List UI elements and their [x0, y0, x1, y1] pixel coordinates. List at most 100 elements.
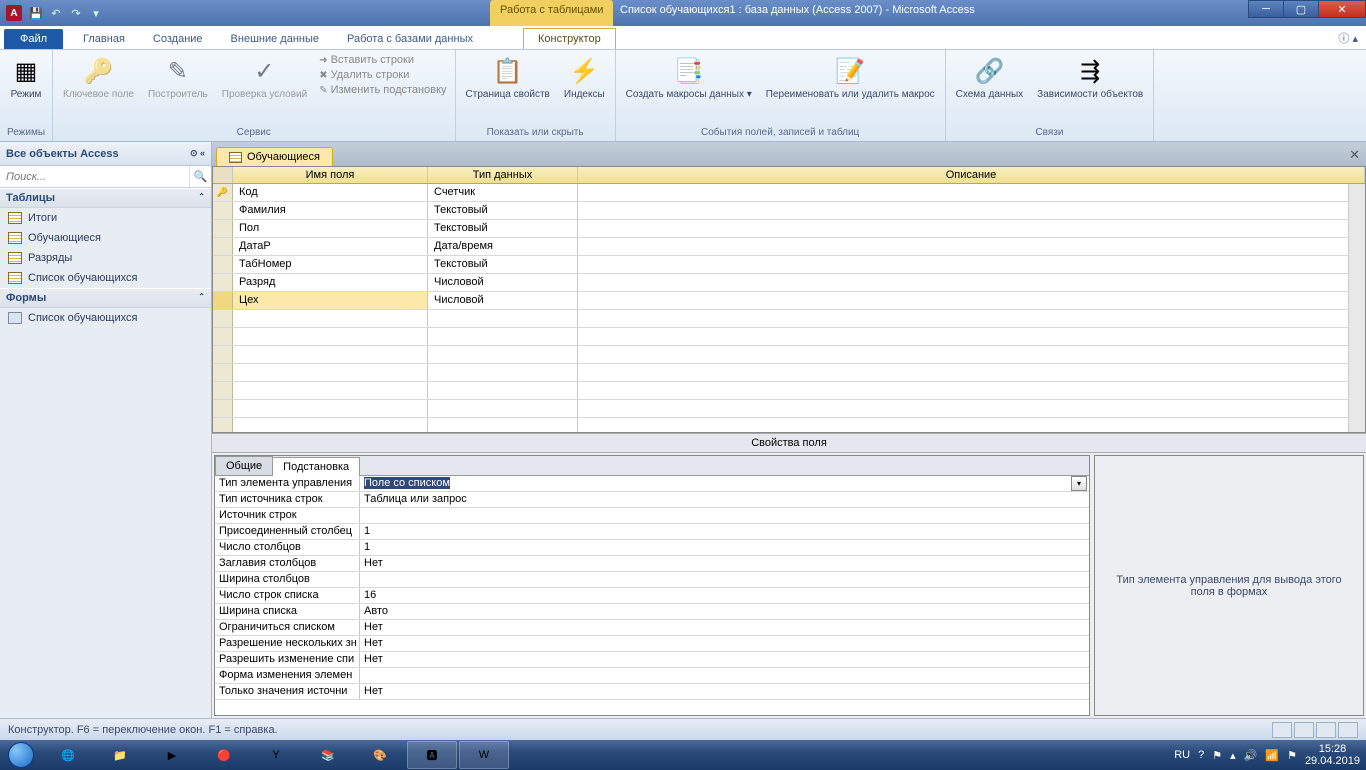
property-row[interactable]: Ограничиться спискомНет — [215, 620, 1089, 636]
taskbar-paint[interactable]: 🎨 — [355, 741, 405, 769]
taskbar-yandex[interactable]: Y — [251, 741, 301, 769]
property-row[interactable]: Тип источника строкТаблица или запрос — [215, 492, 1089, 508]
field-row[interactable]: ДатаРДата/время — [213, 238, 1365, 256]
scrollbar-vertical[interactable] — [1348, 184, 1365, 432]
tray-action-icon[interactable]: ⚑ — [1287, 749, 1297, 762]
property-row[interactable]: Разрешить изменение спиНет — [215, 652, 1089, 668]
view-design[interactable] — [1294, 722, 1314, 738]
field-row[interactable] — [213, 328, 1365, 346]
nav-section-tables[interactable]: Таблицы⌃ — [0, 188, 211, 208]
tray-help-icon[interactable]: ? — [1198, 749, 1204, 761]
dropdown-icon[interactable]: ▾ — [1071, 476, 1087, 491]
validate-button[interactable]: ✓Проверка условий — [218, 53, 311, 102]
modify-lookup-button[interactable]: ✎ Изменить подстановку — [317, 83, 448, 97]
property-row[interactable]: Источник строк — [215, 508, 1089, 524]
nav-section-forms[interactable]: Формы⌃ — [0, 288, 211, 308]
insert-rows-button[interactable]: ➜ Вставить строки — [317, 53, 448, 67]
relationships-button[interactable]: 🔗Схема данных — [952, 53, 1028, 102]
property-row[interactable]: Форма изменения элемен — [215, 668, 1089, 684]
clock[interactable]: 15:2829.04.2019 — [1305, 743, 1360, 767]
minimize-button[interactable]: ─ — [1248, 0, 1284, 18]
delete-rows-button[interactable]: ✖ Удалить строки — [317, 68, 448, 82]
property-row[interactable]: Число строк списка16 — [215, 588, 1089, 604]
tray-flag-icon[interactable]: ⚑ — [1212, 749, 1222, 762]
taskbar-access[interactable]: 🅰 — [407, 741, 457, 769]
close-button[interactable]: ✕ — [1318, 0, 1366, 18]
dependencies-button[interactable]: ⇶Зависимости объектов — [1033, 53, 1147, 102]
taskbar-ie[interactable]: 🌐 — [43, 741, 93, 769]
search-input[interactable] — [0, 166, 189, 187]
builder-button[interactable]: ✎Построитель — [144, 53, 212, 102]
property-row[interactable]: Число столбцов1 — [215, 540, 1089, 556]
field-row[interactable]: РазрядЧисловой — [213, 274, 1365, 292]
nav-form-item[interactable]: Список обучающихся — [0, 308, 211, 328]
selector-header[interactable] — [213, 167, 233, 183]
field-row[interactable] — [213, 364, 1365, 382]
field-row[interactable]: 🔑КодСчетчик — [213, 184, 1365, 202]
field-row[interactable] — [213, 418, 1365, 432]
help-icon[interactable]: ⓘ ▴ — [1338, 30, 1358, 46]
field-row[interactable] — [213, 310, 1365, 328]
create-macros-button[interactable]: 📑Создать макросы данных ▾ — [622, 53, 756, 102]
collapse-icon[interactable]: ⊙ « — [190, 148, 205, 159]
maximize-button[interactable]: ▢ — [1283, 0, 1319, 18]
property-row[interactable]: Только значения источниНет — [215, 684, 1089, 700]
property-row[interactable]: Тип элемента управленияПоле со списком▾ — [215, 476, 1089, 492]
design-area: Обучающиеся ✕ Имя поля Тип данных Описан… — [212, 142, 1366, 718]
property-row[interactable]: Разрешение нескольких знНет — [215, 636, 1089, 652]
view-pivot[interactable] — [1338, 722, 1358, 738]
tray-network-icon[interactable]: 📶 — [1265, 749, 1279, 762]
tray-volume-icon[interactable]: 🔊 — [1244, 749, 1258, 762]
field-row[interactable]: ЦехЧисловой — [213, 292, 1365, 310]
taskbar-media[interactable]: ▶ — [147, 741, 197, 769]
tab-dbtools[interactable]: Работа с базами данных — [333, 29, 487, 49]
taskbar-word[interactable]: W — [459, 741, 509, 769]
field-row[interactable]: ФамилияТекстовый — [213, 202, 1365, 220]
field-row[interactable] — [213, 400, 1365, 418]
redo-icon[interactable]: ↷ — [68, 5, 84, 21]
undo-icon[interactable]: ↶ — [48, 5, 64, 21]
col-desc-header[interactable]: Описание — [578, 167, 1365, 183]
nav-header[interactable]: Все объекты Access⊙ « — [0, 142, 211, 166]
property-row[interactable]: Ширина спискаАвто — [215, 604, 1089, 620]
lang-indicator[interactable]: RU — [1174, 749, 1190, 761]
view-button[interactable]: ▦Режим — [6, 53, 46, 102]
taskbar-opera[interactable]: 🔴 — [199, 741, 249, 769]
property-row[interactable]: Ширина столбцов — [215, 572, 1089, 588]
close-tab-button[interactable]: ✕ — [1349, 147, 1360, 163]
col-type-header[interactable]: Тип данных — [428, 167, 578, 183]
tab-create[interactable]: Создание — [139, 29, 217, 49]
tab-lookup[interactable]: Подстановка — [272, 457, 360, 476]
tab-home[interactable]: Главная — [69, 29, 139, 49]
tab-design[interactable]: Конструктор — [523, 28, 616, 49]
col-name-header[interactable]: Имя поля — [233, 167, 428, 183]
nav-table-item[interactable]: Итоги — [0, 208, 211, 228]
view-datasheet[interactable] — [1272, 722, 1292, 738]
qat-dropdown-icon[interactable]: ▾ — [88, 5, 104, 21]
document-tab[interactable]: Обучающиеся — [216, 147, 333, 166]
tray-up-icon[interactable]: ▴ — [1230, 749, 1236, 762]
rename-macro-button[interactable]: 📝Переименовать или удалить макрос — [762, 53, 939, 102]
property-row[interactable]: Заглавия столбцовНет — [215, 556, 1089, 572]
property-sheet-button[interactable]: 📋Страница свойств — [462, 53, 554, 102]
tab-external[interactable]: Внешние данные — [217, 29, 333, 49]
view-sql[interactable] — [1316, 722, 1336, 738]
field-row[interactable]: ТабНомерТекстовый — [213, 256, 1365, 274]
nav-table-item[interactable]: Список обучающихся — [0, 268, 211, 288]
nav-table-item[interactable]: Обучающиеся — [0, 228, 211, 248]
taskbar-explorer[interactable]: 📁 — [95, 741, 145, 769]
field-row[interactable] — [213, 346, 1365, 364]
save-icon[interactable]: 💾 — [28, 5, 44, 21]
indexes-button[interactable]: ⚡Индексы — [560, 53, 609, 102]
file-tab[interactable]: Файл — [4, 29, 63, 49]
search-icon[interactable]: 🔍 — [189, 166, 211, 187]
primary-key-button[interactable]: 🔑Ключевое поле — [59, 53, 138, 102]
start-button[interactable] — [0, 740, 42, 770]
window-title: Список обучающихся1 : база данных (Acces… — [620, 4, 975, 16]
field-row[interactable]: ПолТекстовый — [213, 220, 1365, 238]
tab-general[interactable]: Общие — [215, 456, 273, 475]
field-row[interactable] — [213, 382, 1365, 400]
property-row[interactable]: Присоединенный столбец1 — [215, 524, 1089, 540]
taskbar-winrar[interactable]: 📚 — [303, 741, 353, 769]
nav-table-item[interactable]: Разряды — [0, 248, 211, 268]
